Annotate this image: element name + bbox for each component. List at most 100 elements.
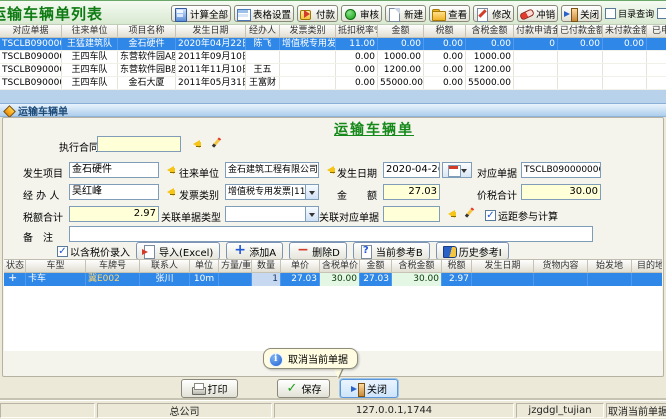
- list-cell: 陈飞: [246, 38, 280, 50]
- payment-button[interactable]: 付款: [297, 5, 338, 22]
- column-header[interactable]: 货物内容: [534, 260, 588, 272]
- list-row[interactable]: TSCLB090000001王四车队金石大厦2011年05月31日王富财0.00…: [0, 77, 666, 90]
- agent-label: 经 办 人: [23, 187, 59, 202]
- history-ref-button[interactable]: 历史参考I: [436, 242, 509, 260]
- list-cell: 0.00: [466, 38, 514, 50]
- pencil-icon[interactable]: [463, 207, 476, 219]
- lookup-icon[interactable]: [323, 164, 336, 176]
- column-header[interactable]: 联系人: [140, 260, 190, 272]
- column-header[interactable]: 已申请金额: [647, 25, 666, 37]
- related-doc-type-select[interactable]: [225, 206, 319, 222]
- save-button[interactable]: 保存: [277, 379, 330, 398]
- list-cell: 55000.00: [378, 77, 424, 89]
- column-header[interactable]: 税额: [442, 260, 472, 272]
- column-header[interactable]: 经办人: [246, 25, 280, 37]
- note-field[interactable]: [69, 226, 593, 242]
- table-settings-button[interactable]: 表格设置: [234, 5, 294, 22]
- column-header[interactable]: 金额: [360, 260, 392, 272]
- tax-total-field[interactable]: 2.97: [69, 206, 159, 222]
- doc-no-label: 对应单据: [477, 165, 517, 180]
- invoice-type-select[interactable]: 增值税专用发票|11%: [225, 184, 319, 200]
- close-button-label: 关闭: [367, 381, 387, 396]
- total-with-tax-label: 价税合计: [477, 187, 517, 202]
- lookup-icon[interactable]: [444, 208, 457, 220]
- column-header[interactable]: 发票类别: [280, 25, 336, 37]
- project-field[interactable]: 金石硬件: [69, 162, 159, 178]
- modify-button[interactable]: 修改: [473, 5, 514, 22]
- list-cell: 2020年04月22日: [176, 38, 246, 50]
- column-header[interactable]: 发生日期: [472, 260, 534, 272]
- list-cell: 11.00: [336, 38, 378, 50]
- contract-field[interactable]: [97, 136, 181, 152]
- lookup-icon[interactable]: [163, 164, 176, 176]
- calendar-icon: [448, 164, 461, 176]
- column-header[interactable]: 状态: [4, 260, 26, 272]
- project-label: 发生项目: [23, 165, 63, 180]
- column-header[interactable]: 含税单价: [320, 260, 360, 272]
- column-header[interactable]: 含税金额: [466, 25, 514, 37]
- list-cell: 王五: [246, 64, 280, 76]
- pencil-icon[interactable]: [210, 137, 223, 149]
- related-doc-field[interactable]: [383, 206, 440, 222]
- column-header[interactable]: 单价: [281, 260, 320, 272]
- calendar-dropdown-button[interactable]: [442, 162, 472, 178]
- column-header[interactable]: 抵扣税率%: [336, 25, 378, 37]
- add-button[interactable]: 添加A: [226, 242, 283, 260]
- column-header[interactable]: 付款申请金额: [514, 25, 558, 37]
- grid-row[interactable]: 卡车冀E002张川10m127.0330.0027.0330.002.97: [4, 273, 662, 286]
- column-header[interactable]: 对应单据: [0, 25, 62, 37]
- column-header[interactable]: 税额: [424, 25, 466, 37]
- list-row[interactable]: TSCLB090000002王四车队东营软件园A座2011年09月10日0.00…: [0, 51, 666, 64]
- column-header[interactable]: 单位: [190, 260, 219, 272]
- column-header[interactable]: 数量: [252, 260, 281, 272]
- column-header[interactable]: 目的地: [632, 260, 662, 272]
- list-cell: 东营软件园A座: [118, 51, 176, 63]
- column-header[interactable]: 含税金额: [392, 260, 442, 272]
- unit-field[interactable]: 金石建筑工程有限公司: [225, 162, 319, 178]
- column-header[interactable]: 未付款金额: [603, 25, 647, 37]
- new-button[interactable]: 新建: [385, 5, 426, 22]
- grid-cell-status: [4, 273, 26, 286]
- close-top-button[interactable]: 关闭: [561, 5, 602, 22]
- column-header[interactable]: 已付款金额: [558, 25, 603, 37]
- date-field[interactable]: 2020-04-26: [383, 162, 440, 178]
- audit-button[interactable]: 审核: [341, 5, 382, 22]
- column-header[interactable]: 车牌号: [86, 260, 140, 272]
- amount-field[interactable]: 27.03: [383, 184, 440, 200]
- doc-no-field[interactable]: TSCLB090000006: [521, 162, 601, 178]
- grid-cell-volume: [219, 273, 252, 286]
- writeoff-button[interactable]: 冲销: [517, 5, 558, 22]
- column-header[interactable]: 发生日期: [176, 25, 246, 37]
- status-bar: 总公司127.0.0.1,1744jzgdgl_tujian取消当前单据: [0, 400, 666, 419]
- print-button[interactable]: 打印: [181, 379, 238, 398]
- chevron-down-icon[interactable]: [305, 185, 318, 199]
- agent-field[interactable]: 吴红峰: [69, 184, 159, 200]
- detail-section-bar[interactable]: 运输车辆单: [0, 103, 666, 117]
- column-header[interactable]: 车型: [26, 260, 86, 272]
- column-header[interactable]: 往来单位: [62, 25, 118, 37]
- chevron-down-icon[interactable]: [305, 207, 318, 221]
- import-excel-button[interactable]: 导入(Excel): [136, 242, 220, 260]
- lookup-icon[interactable]: [163, 186, 176, 198]
- distance-calc-checkbox[interactable]: 运距参与计算: [485, 208, 558, 223]
- directory-query-checkbox[interactable]: 目录查询: [605, 7, 654, 20]
- delete-button[interactable]: 删除D: [289, 242, 347, 260]
- current-ref-button[interactable]: 当前参考B: [353, 242, 430, 260]
- close-button[interactable]: 关闭: [340, 379, 398, 398]
- list-cell: [514, 64, 558, 76]
- total-with-tax-field[interactable]: 30.00: [521, 184, 601, 200]
- list-cell: [603, 64, 647, 76]
- column-header[interactable]: 始发地: [588, 260, 632, 272]
- calc-all-button[interactable]: 计算全部: [171, 5, 231, 22]
- list-row[interactable]: TSCLB090000003王四车队东营软件园B座2011年11月10日王五0.…: [0, 64, 666, 77]
- view-button[interactable]: 查看: [429, 5, 470, 22]
- list-cell: 王四车队: [62, 77, 118, 89]
- tax-entry-checkbox[interactable]: 以含税价录入: [57, 244, 130, 259]
- column-header[interactable]: 方量/重量: [219, 260, 252, 272]
- column-header[interactable]: 项目名称: [118, 25, 176, 37]
- list-row[interactable]: TSCLB090000004王猛建筑队金石硬件2020年04月22日陈飞增值税专…: [0, 38, 666, 51]
- column-header[interactable]: 金额: [378, 25, 424, 37]
- lookup-icon[interactable]: [189, 138, 202, 150]
- list-row[interactable]: [0, 90, 666, 103]
- display-checkbox[interactable]: 显示: [657, 7, 666, 20]
